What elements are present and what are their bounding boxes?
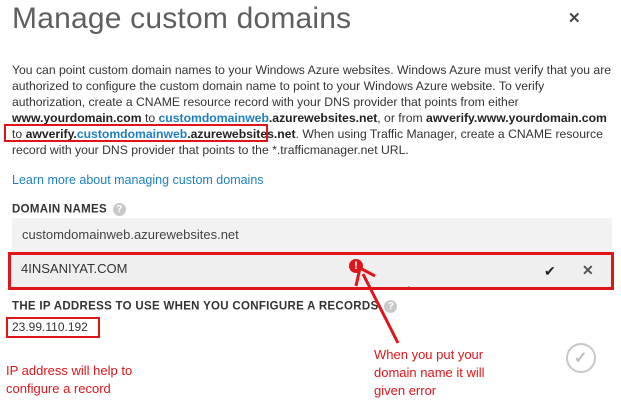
ok-icon: ✓ (574, 350, 588, 367)
ip-address-value: 23.99.110.192 (12, 320, 88, 334)
remove-icon[interactable]: ✕ (582, 262, 594, 279)
error-annotation: When you put your domain name it will gi… (374, 347, 485, 398)
existing-domain-row: customdomainweb.azurewebsites.net (12, 218, 612, 252)
dialog-title: Manage custom domains (12, 2, 352, 35)
domain-names-label: DOMAIN NAMES? (12, 203, 126, 216)
close-icon[interactable]: ✕ (568, 9, 581, 27)
learn-more-link[interactable]: Learn more about managing custom domains (12, 173, 264, 187)
error-icon: ! (349, 259, 363, 273)
awverify-highlight-box (4, 124, 268, 142)
check-icon[interactable]: ✔ (544, 263, 556, 280)
ok-button[interactable]: ✓ (566, 343, 596, 373)
help-icon[interactable]: ? (112, 203, 126, 216)
help-icon[interactable]: ? (384, 300, 398, 313)
new-domain-row: ! ✔ ✕ (8, 252, 614, 290)
ip-address-label: THE IP ADDRESS TO USE WHEN YOU CONFIGURE… (12, 300, 398, 313)
domain-name-input[interactable] (21, 261, 341, 276)
description-text: You can point custom domain names to you… (12, 63, 612, 157)
ip-annotation: IP address will help to configure a reco… (6, 363, 133, 396)
